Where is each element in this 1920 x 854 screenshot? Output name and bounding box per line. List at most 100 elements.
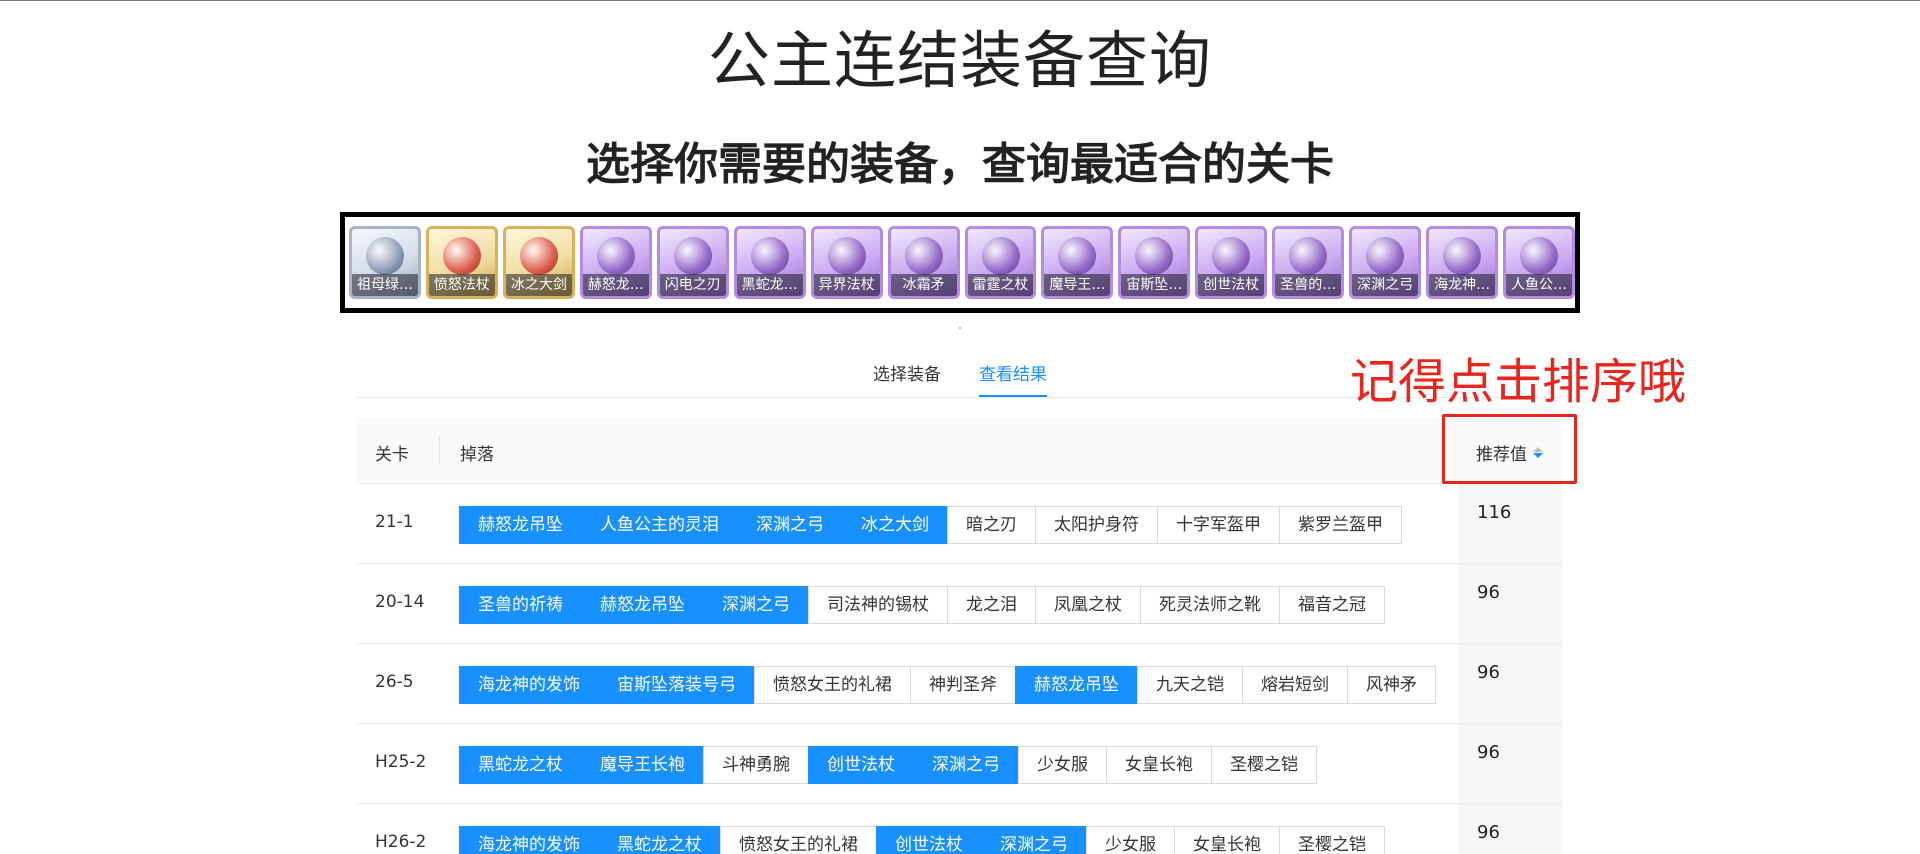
equipment-art-icon — [904, 237, 943, 275]
equipment-art-icon — [1058, 237, 1097, 275]
equipment-icon[interactable]: 冰霜矛 — [887, 226, 960, 299]
drop-tag: 熔岩短剑 — [1242, 666, 1348, 704]
equipment-name: 祖母绿… — [352, 274, 418, 296]
results-table: 关卡 掉落 推荐值 21-1 赫怒龙吊坠 人鱼公主的灵泪 深渊之弓 冰之大剑 暗之刃 太阳护… — [356, 418, 1562, 854]
equipment-name: 魔导王… — [1044, 274, 1111, 296]
equipment-art-icon — [442, 237, 481, 275]
equipment-icon[interactable]: 异界法杖 — [810, 226, 883, 299]
equipment-name: 愤怒法杖 — [428, 274, 495, 296]
equipment-art-icon — [750, 237, 789, 275]
drop-tag-matched: 黑蛇龙之杖 — [598, 826, 721, 854]
stage-cell: H25-2 — [375, 752, 427, 772]
equipment-art-icon — [519, 237, 558, 275]
drop-tag-matched: 深渊之弓 — [981, 826, 1087, 854]
table-header: 关卡 掉落 推荐值 — [356, 418, 1562, 484]
stage-cell: 20-14 — [375, 592, 425, 612]
drop-tag-matched: 赫怒龙吊坠 — [1015, 666, 1138, 704]
drop-tag: 凤凰之杖 — [1035, 586, 1141, 624]
equipment-icon[interactable]: 创世法杖 — [1195, 226, 1268, 299]
annotation-highlight-box — [1442, 414, 1577, 484]
equipment-art-icon — [596, 237, 635, 275]
table-row: 26-5 海龙神的发饰 宙斯坠落装号弓 愤怒女王的礼裙 神判圣斧 赫怒龙吊坠 九天之铠 熔岩短… — [356, 644, 1562, 724]
equipment-art-icon — [981, 237, 1020, 275]
equipment-art-icon — [1212, 237, 1251, 275]
equipment-icon[interactable]: 圣兽的… — [1272, 226, 1345, 299]
drop-tag-matched: 人鱼公主的灵泪 — [581, 506, 738, 544]
table-row: H25-2 黑蛇龙之杖 魔导王长袍 斗神勇腕 创世法杖 深渊之弓 少女服 女皇长袍 圣樱之铠 96 — [356, 724, 1562, 804]
drop-tag: 风神矛 — [1347, 666, 1436, 704]
score-cell: 96 — [1477, 582, 1500, 603]
drop-tag: 少女服 — [1018, 746, 1107, 784]
score-cell: 96 — [1477, 822, 1500, 843]
column-header-drops: 掉落 — [460, 445, 494, 465]
equipment-icon[interactable]: 雷霆之杖 — [964, 226, 1037, 299]
score-cell: 116 — [1477, 502, 1512, 523]
equipment-name: 宙斯坠… — [1121, 274, 1188, 296]
stage-cell: 26-5 — [375, 672, 414, 692]
equipment-icon[interactable]: 深渊之弓 — [1349, 226, 1422, 299]
equipment-name: 黑蛇龙… — [736, 274, 803, 296]
active-tab-indicator — [979, 395, 1047, 397]
drop-tag: 太阳护身符 — [1035, 506, 1158, 544]
equipment-art-icon — [1135, 237, 1174, 275]
stage-cell: H26-2 — [375, 832, 427, 852]
drop-tag: 圣樱之铠 — [1279, 826, 1385, 854]
drop-tag-matched: 圣兽的祈祷 — [459, 586, 582, 624]
equipment-strip: 祖母绿… 愤怒法杖 冰之大剑 赫怒龙… 闪电之刃 黑蛇龙… 异界法杖 冰霜矛 雷霆之杖 魔导王… 宙… — [340, 212, 1580, 313]
drop-tag: 死灵法师之靴 — [1140, 586, 1280, 624]
equipment-icon[interactable]: 赫怒龙… — [579, 226, 652, 299]
drop-tag: 暗之刃 — [947, 506, 1036, 544]
table-row: 21-1 赫怒龙吊坠 人鱼公主的灵泪 深渊之弓 冰之大剑 暗之刃 太阳护身符 十字军盔甲 紫罗兰… — [356, 484, 1562, 564]
equipment-name: 圣兽的… — [1275, 274, 1342, 296]
equipment-art-icon — [1366, 237, 1405, 275]
separator-dot — [959, 327, 961, 329]
drop-tag-matched: 深渊之弓 — [913, 746, 1019, 784]
column-divider — [439, 436, 440, 464]
drops-cell: 海龙神的发饰 黑蛇龙之杖 愤怒女王的礼裙 创世法杖 深渊之弓 少女服 女皇长袍 圣樱之铠 — [459, 826, 1385, 854]
drops-cell: 圣兽的祈祷 赫怒龙吊坠 深渊之弓 司法神的锡杖 龙之泪 凤凰之杖 死灵法师之靴 福音之冠 — [459, 586, 1385, 624]
drop-tag-matched: 创世法杖 — [808, 746, 914, 784]
drop-tag-matched: 创世法杖 — [876, 826, 982, 854]
drop-tag: 愤怒女王的礼裙 — [754, 666, 911, 704]
drop-tag: 女皇长袍 — [1106, 746, 1212, 784]
equipment-icon[interactable]: 人鱼公… — [1503, 226, 1575, 299]
drop-tag-matched: 黑蛇龙之杖 — [459, 746, 582, 784]
drop-tag: 龙之泪 — [947, 586, 1036, 624]
equipment-art-icon — [1289, 237, 1328, 275]
equipment-icon[interactable]: 愤怒法杖 — [425, 226, 498, 299]
drop-tag-matched: 冰之大剑 — [842, 506, 948, 544]
equipment-icon[interactable]: 魔导王… — [1041, 226, 1114, 299]
equipment-icon[interactable]: 冰之大剑 — [502, 226, 575, 299]
equipment-name: 冰之大剑 — [505, 274, 572, 296]
drops-cell: 赫怒龙吊坠 人鱼公主的灵泪 深渊之弓 冰之大剑 暗之刃 太阳护身符 十字军盔甲 紫罗兰盔甲 — [459, 506, 1402, 544]
stage-cell: 21-1 — [375, 512, 414, 532]
tab-view-results[interactable]: 查看结果 — [979, 360, 1047, 385]
page-title: 公主连结装备查询 — [707, 24, 1212, 97]
drop-tag: 紫罗兰盔甲 — [1279, 506, 1402, 544]
drop-tag: 女皇长袍 — [1174, 826, 1280, 854]
drop-tag-matched: 深渊之弓 — [737, 506, 843, 544]
drop-tag-matched: 魔导王长袍 — [581, 746, 704, 784]
drop-tag: 九天之铠 — [1137, 666, 1243, 704]
drop-tag: 斗神勇腕 — [703, 746, 809, 784]
equipment-icon[interactable]: 宙斯坠… — [1118, 226, 1191, 299]
drops-cell: 海龙神的发饰 宙斯坠落装号弓 愤怒女王的礼裙 神判圣斧 赫怒龙吊坠 九天之铠 熔岩短剑 风神矛 — [459, 666, 1436, 704]
equipment-icon[interactable]: 祖母绿… — [349, 226, 421, 299]
drop-tag: 十字军盔甲 — [1157, 506, 1280, 544]
equipment-name: 赫怒龙… — [582, 274, 649, 296]
table-body: 21-1 赫怒龙吊坠 人鱼公主的灵泪 深渊之弓 冰之大剑 暗之刃 太阳护身符 十字军盔甲 紫罗兰… — [356, 484, 1562, 854]
drop-tag: 圣樱之铠 — [1211, 746, 1317, 784]
equipment-art-icon — [827, 237, 866, 275]
tab-select-equipment[interactable]: 选择装备 — [873, 360, 941, 385]
page-subtitle: 选择你需要的装备，查询最适合的关卡 — [586, 139, 1334, 190]
column-header-stage: 关卡 — [375, 445, 409, 465]
table-row: 20-14 圣兽的祈祷 赫怒龙吊坠 深渊之弓 司法神的锡杖 龙之泪 凤凰之杖 死灵法师之靴 福音… — [356, 564, 1562, 644]
equipment-icon[interactable]: 闪电之刃 — [656, 226, 729, 299]
drop-tag: 神判圣斧 — [910, 666, 1016, 704]
drop-tag-matched: 赫怒龙吊坠 — [459, 506, 582, 544]
equipment-name: 深渊之弓 — [1352, 274, 1419, 296]
equipment-icon[interactable]: 海龙神… — [1426, 226, 1499, 299]
score-cell: 96 — [1477, 742, 1500, 763]
table-row: H26-2 海龙神的发饰 黑蛇龙之杖 愤怒女王的礼裙 创世法杖 深渊之弓 少女服 女皇长袍 圣樱… — [356, 804, 1562, 854]
equipment-icon[interactable]: 黑蛇龙… — [733, 226, 806, 299]
